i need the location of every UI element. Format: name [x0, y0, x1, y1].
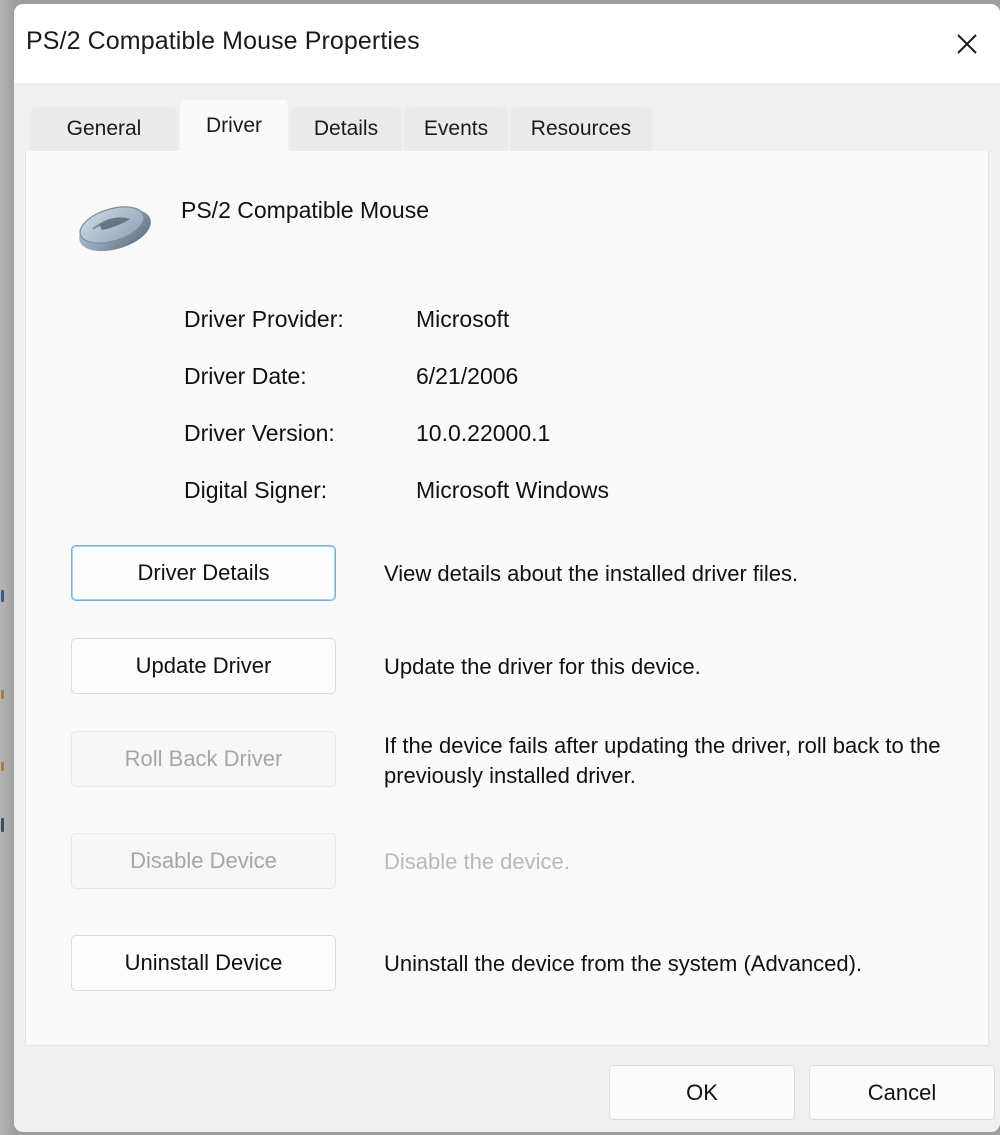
driver-info-value: Microsoft	[416, 306, 510, 332]
driver-action-description: Update the driver for this device.	[384, 654, 701, 679]
driver-info-label: Driver Provider:	[184, 306, 344, 332]
background-window-artifact	[1, 762, 4, 771]
tab-driver[interactable]: Driver	[180, 100, 288, 151]
driver-action-row: Roll Back Driver If the device fails afte…	[26, 731, 988, 824]
driver-info-value: Microsoft Windows	[416, 477, 609, 503]
tab-resources[interactable]: Resources	[510, 107, 652, 151]
driver-tab-panel: PS/2 Compatible Mouse Driver Provider: Mi…	[25, 151, 989, 1046]
driver-info-label: Driver Version:	[184, 420, 335, 446]
background-window-artifact	[1, 690, 4, 699]
driver-action-row: Update Driver Update the driver for this …	[26, 638, 988, 731]
driver-info-row: Driver Provider: Microsoft	[184, 306, 884, 363]
background-window-artifact	[1, 590, 4, 602]
cancel-button[interactable]: Cancel	[809, 1065, 995, 1120]
disable-device-button: Disable Device	[71, 833, 336, 889]
ok-button[interactable]: OK	[609, 1065, 795, 1120]
driver-action-row: Driver Details View details about the ins…	[26, 545, 988, 638]
close-icon[interactable]	[934, 4, 1000, 83]
window-title: PS/2 Compatible Mouse Properties	[26, 27, 420, 55]
driver-info-list: Driver Provider: Microsoft Driver Date: 6/2…	[184, 306, 884, 534]
dialog-footer: OK Cancel	[14, 1046, 1000, 1132]
driver-action-description: Disable the device.	[384, 849, 570, 874]
properties-dialog: PS/2 Compatible Mouse Properties General…	[14, 4, 1000, 1132]
driver-action-description: If the device fails after updating the d…	[384, 733, 941, 788]
uninstall-device-button[interactable]: Uninstall Device	[71, 935, 336, 991]
driver-action-description: Uninstall the device from the system (Ad…	[384, 951, 863, 976]
tab-events[interactable]: Events	[404, 107, 508, 151]
update-driver-button[interactable]: Update Driver	[71, 638, 336, 694]
driver-info-row: Driver Date: 6/21/2006	[184, 363, 884, 420]
driver-info-row: Digital Signer: Microsoft Windows	[184, 477, 884, 534]
title-bar: PS/2 Compatible Mouse Properties	[14, 4, 1000, 83]
driver-action-row: Disable Device Disable the device.	[26, 833, 988, 926]
driver-info-label: Driver Date:	[184, 363, 307, 389]
tab-general[interactable]: General	[30, 107, 178, 151]
driver-action-row: Uninstall Device Uninstall the device fro…	[26, 935, 988, 1028]
driver-info-value: 10.0.22000.1	[416, 420, 551, 446]
tab-strip: General Driver Details Events Resources	[14, 83, 1000, 151]
roll-back-driver-button: Roll Back Driver	[71, 731, 336, 787]
device-header: PS/2 Compatible Mouse	[26, 181, 988, 261]
device-name: PS/2 Compatible Mouse	[181, 197, 430, 223]
tab-details[interactable]: Details	[290, 107, 402, 151]
driver-action-description: View details about the installed driver …	[384, 561, 799, 586]
background-window-artifact	[1, 818, 4, 832]
driver-info-value: 6/21/2006	[416, 363, 519, 389]
driver-details-button[interactable]: Driver Details	[71, 545, 336, 601]
driver-info-label: Digital Signer:	[184, 477, 328, 503]
driver-info-row: Driver Version: 10.0.22000.1	[184, 420, 884, 477]
mouse-icon	[71, 194, 157, 256]
